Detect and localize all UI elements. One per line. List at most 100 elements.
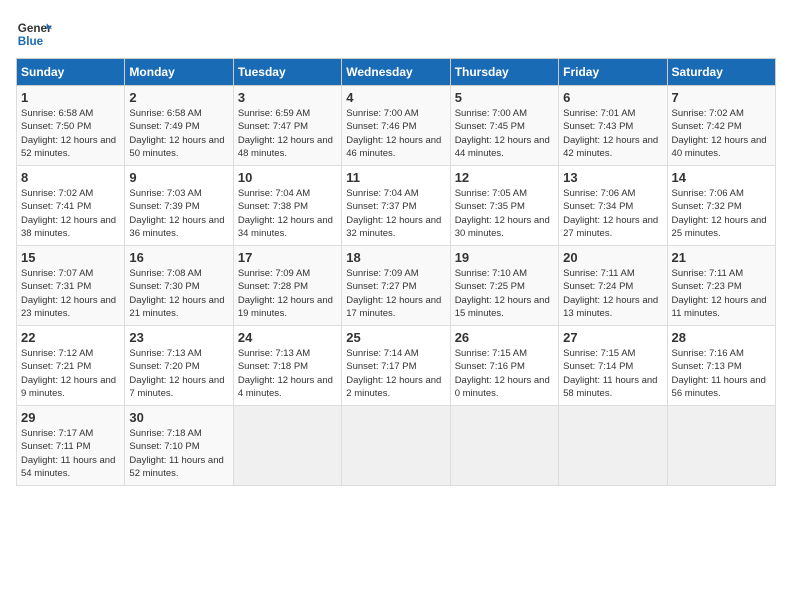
day-info: Sunrise: 7:04 AMSunset: 7:37 PMDaylight:… <box>346 187 445 240</box>
day-info: Sunrise: 7:05 AMSunset: 7:35 PMDaylight:… <box>455 187 554 240</box>
day-info: Sunrise: 7:01 AMSunset: 7:43 PMDaylight:… <box>563 107 662 160</box>
weekday-header-monday: Monday <box>125 59 233 86</box>
day-info: Sunrise: 7:09 AMSunset: 7:28 PMDaylight:… <box>238 267 337 320</box>
day-info: Sunrise: 6:58 AMSunset: 7:49 PMDaylight:… <box>129 107 228 160</box>
calendar-week-3: 15 Sunrise: 7:07 AMSunset: 7:31 PMDayligh… <box>17 246 776 326</box>
calendar-cell: 2Sunrise: 6:58 AMSunset: 7:49 PMDaylight… <box>125 86 233 166</box>
day-info: Sunrise: 7:11 AMSunset: 7:24 PMDaylight:… <box>563 267 662 320</box>
day-info: Sunrise: 7:04 AMSunset: 7:38 PMDaylight:… <box>238 187 337 240</box>
day-number: 26 <box>455 330 554 345</box>
day-number: 11 <box>346 170 445 185</box>
day-info: Sunrise: 7:00 AMSunset: 7:46 PMDaylight:… <box>346 107 445 160</box>
calendar-cell: 24 Sunrise: 7:13 AMSunset: 7:18 PMDayligh… <box>233 326 341 406</box>
day-info: Sunrise: 6:59 AMSunset: 7:47 PMDaylight:… <box>238 107 337 160</box>
calendar-cell: 22 Sunrise: 7:12 AMSunset: 7:21 PMDayligh… <box>17 326 125 406</box>
calendar-cell: 23 Sunrise: 7:13 AMSunset: 7:20 PMDayligh… <box>125 326 233 406</box>
day-number: 6 <box>563 90 662 105</box>
calendar-cell: 30Sunrise: 7:18 AMSunset: 7:10 PMDayligh… <box>125 406 233 486</box>
day-number: 10 <box>238 170 337 185</box>
day-info: Sunrise: 7:15 AMSunset: 7:14 PMDaylight:… <box>563 347 662 400</box>
day-number: 3 <box>238 90 337 105</box>
day-info: Sunrise: 7:10 AMSunset: 7:25 PMDaylight:… <box>455 267 554 320</box>
day-info: Sunrise: 7:02 AMSunset: 7:42 PMDaylight:… <box>672 107 771 160</box>
day-number: 28 <box>672 330 771 345</box>
weekday-header-friday: Friday <box>559 59 667 86</box>
calendar-cell: 26 Sunrise: 7:15 AMSunset: 7:16 PMDayligh… <box>450 326 558 406</box>
calendar-header: General Blue <box>16 16 776 52</box>
day-info: Sunrise: 7:12 AMSunset: 7:21 PMDaylight:… <box>21 347 120 400</box>
day-number: 21 <box>672 250 771 265</box>
day-info: Sunrise: 7:18 AMSunset: 7:10 PMDaylight:… <box>129 427 228 480</box>
calendar-week-4: 22 Sunrise: 7:12 AMSunset: 7:21 PMDayligh… <box>17 326 776 406</box>
day-info: Sunrise: 7:06 AMSunset: 7:34 PMDaylight:… <box>563 187 662 240</box>
weekday-header-saturday: Saturday <box>667 59 775 86</box>
day-info: Sunrise: 7:07 AMSunset: 7:31 PMDaylight:… <box>21 267 120 320</box>
day-number: 20 <box>563 250 662 265</box>
day-info: Sunrise: 7:08 AMSunset: 7:30 PMDaylight:… <box>129 267 228 320</box>
day-number: 1 <box>21 90 120 105</box>
day-number: 22 <box>21 330 120 345</box>
weekday-header-row: SundayMondayTuesdayWednesdayThursdayFrid… <box>17 59 776 86</box>
weekday-header-sunday: Sunday <box>17 59 125 86</box>
calendar-cell: 17 Sunrise: 7:09 AMSunset: 7:28 PMDayligh… <box>233 246 341 326</box>
day-number: 15 <box>21 250 120 265</box>
calendar-table: SundayMondayTuesdayWednesdayThursdayFrid… <box>16 58 776 486</box>
day-number: 4 <box>346 90 445 105</box>
calendar-cell: 9 Sunrise: 7:03 AMSunset: 7:39 PMDaylight… <box>125 166 233 246</box>
calendar-cell: 10 Sunrise: 7:04 AMSunset: 7:38 PMDayligh… <box>233 166 341 246</box>
logo-icon: General Blue <box>16 16 52 52</box>
calendar-cell: 21 Sunrise: 7:11 AMSunset: 7:23 PMDayligh… <box>667 246 775 326</box>
calendar-cell: 3 Sunrise: 6:59 AMSunset: 7:47 PMDaylight… <box>233 86 341 166</box>
day-info: Sunrise: 7:02 AMSunset: 7:41 PMDaylight:… <box>21 187 120 240</box>
weekday-header-tuesday: Tuesday <box>233 59 341 86</box>
day-info: Sunrise: 7:15 AMSunset: 7:16 PMDaylight:… <box>455 347 554 400</box>
day-number: 7 <box>672 90 771 105</box>
day-info: Sunrise: 7:03 AMSunset: 7:39 PMDaylight:… <box>129 187 228 240</box>
calendar-cell: 7 Sunrise: 7:02 AMSunset: 7:42 PMDaylight… <box>667 86 775 166</box>
day-number: 18 <box>346 250 445 265</box>
day-info: Sunrise: 7:00 AMSunset: 7:45 PMDaylight:… <box>455 107 554 160</box>
calendar-cell <box>342 406 450 486</box>
calendar-cell: 25Sunrise: 7:14 AMSunset: 7:17 PMDayligh… <box>342 326 450 406</box>
calendar-cell: 1 Sunrise: 6:58 AMSunset: 7:50 PMDaylight… <box>17 86 125 166</box>
day-number: 17 <box>238 250 337 265</box>
calendar-week-2: 8Sunrise: 7:02 AMSunset: 7:41 PMDaylight… <box>17 166 776 246</box>
calendar-cell: 5Sunrise: 7:00 AMSunset: 7:45 PMDaylight… <box>450 86 558 166</box>
day-info: Sunrise: 7:17 AMSunset: 7:11 PMDaylight:… <box>21 427 120 480</box>
calendar-cell: 19 Sunrise: 7:10 AMSunset: 7:25 PMDayligh… <box>450 246 558 326</box>
weekday-header-thursday: Thursday <box>450 59 558 86</box>
day-number: 29 <box>21 410 120 425</box>
day-info: Sunrise: 6:58 AMSunset: 7:50 PMDaylight:… <box>21 107 120 160</box>
day-info: Sunrise: 7:11 AMSunset: 7:23 PMDaylight:… <box>672 267 771 320</box>
day-info: Sunrise: 7:14 AMSunset: 7:17 PMDaylight:… <box>346 347 445 400</box>
calendar-cell <box>233 406 341 486</box>
calendar-cell: 8Sunrise: 7:02 AMSunset: 7:41 PMDaylight… <box>17 166 125 246</box>
calendar-week-1: 1 Sunrise: 6:58 AMSunset: 7:50 PMDaylight… <box>17 86 776 166</box>
day-info: Sunrise: 7:16 AMSunset: 7:13 PMDaylight:… <box>672 347 771 400</box>
calendar-cell <box>450 406 558 486</box>
day-number: 19 <box>455 250 554 265</box>
calendar-cell: 13Sunrise: 7:06 AMSunset: 7:34 PMDayligh… <box>559 166 667 246</box>
calendar-cell: 4 Sunrise: 7:00 AMSunset: 7:46 PMDaylight… <box>342 86 450 166</box>
day-number: 16 <box>129 250 228 265</box>
logo: General Blue <box>16 16 56 52</box>
day-number: 9 <box>129 170 228 185</box>
calendar-cell: 15 Sunrise: 7:07 AMSunset: 7:31 PMDayligh… <box>17 246 125 326</box>
day-info: Sunrise: 7:06 AMSunset: 7:32 PMDaylight:… <box>672 187 771 240</box>
day-number: 24 <box>238 330 337 345</box>
calendar-cell: 16 Sunrise: 7:08 AMSunset: 7:30 PMDayligh… <box>125 246 233 326</box>
calendar-cell <box>667 406 775 486</box>
calendar-cell: 27 Sunrise: 7:15 AMSunset: 7:14 PMDayligh… <box>559 326 667 406</box>
calendar-cell: 18 Sunrise: 7:09 AMSunset: 7:27 PMDayligh… <box>342 246 450 326</box>
day-info: Sunrise: 7:09 AMSunset: 7:27 PMDaylight:… <box>346 267 445 320</box>
weekday-header-wednesday: Wednesday <box>342 59 450 86</box>
day-info: Sunrise: 7:13 AMSunset: 7:20 PMDaylight:… <box>129 347 228 400</box>
svg-text:Blue: Blue <box>18 35 44 48</box>
day-number: 27 <box>563 330 662 345</box>
day-number: 23 <box>129 330 228 345</box>
calendar-cell: 6 Sunrise: 7:01 AMSunset: 7:43 PMDaylight… <box>559 86 667 166</box>
calendar-cell: 29 Sunrise: 7:17 AMSunset: 7:11 PMDayligh… <box>17 406 125 486</box>
calendar-week-5: 29 Sunrise: 7:17 AMSunset: 7:11 PMDayligh… <box>17 406 776 486</box>
day-info: Sunrise: 7:13 AMSunset: 7:18 PMDaylight:… <box>238 347 337 400</box>
calendar-cell: 28 Sunrise: 7:16 AMSunset: 7:13 PMDayligh… <box>667 326 775 406</box>
